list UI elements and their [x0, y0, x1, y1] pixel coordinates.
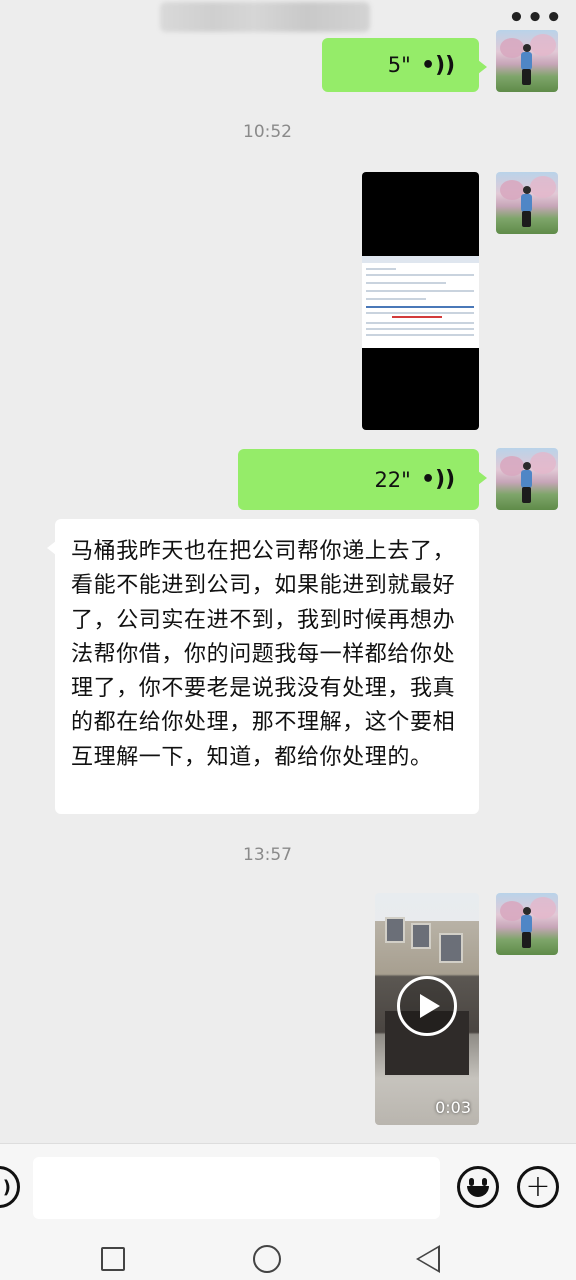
voice-input-icon[interactable]: ) [0, 1166, 20, 1208]
home-icon[interactable] [253, 1245, 281, 1273]
message-input[interactable] [33, 1157, 440, 1219]
play-icon[interactable] [397, 976, 457, 1036]
voice-message-bubble[interactable]: 22" ((• [238, 449, 487, 510]
more-icon[interactable]: ••• [508, 3, 562, 33]
video-message[interactable]: 0:03 [375, 893, 479, 1125]
emoji-icon[interactable] [457, 1166, 499, 1208]
input-bar: ) + [0, 1143, 576, 1233]
voice-wave-icon: ((• [420, 467, 455, 492]
chat-header: ••• [0, 0, 576, 56]
avatar[interactable] [496, 30, 558, 92]
message-text: 马桶我昨天也在把公司帮你递上去了，看能不能进到公司，如果能进到就最好了，公司实在… [71, 539, 456, 770]
video-duration: 0:03 [435, 1098, 471, 1117]
voice-duration: 5" [387, 53, 411, 77]
back-icon[interactable] [416, 1245, 440, 1273]
chat-title-blurred [160, 2, 370, 32]
timestamp: 13:57 [243, 845, 292, 865]
voice-message-bubble[interactable]: 5" ((• [322, 38, 487, 92]
recent-apps-icon[interactable] [101, 1247, 125, 1271]
voice-wave-icon: ((• [420, 52, 455, 78]
text-message-bubble[interactable]: 马桶我昨天也在把公司帮你递上去了，看能不能进到公司，如果能进到就最好了，公司实在… [47, 519, 479, 814]
avatar[interactable] [496, 893, 558, 955]
avatar[interactable] [496, 172, 558, 234]
system-nav-bar [0, 1233, 576, 1280]
voice-duration: 22" [374, 467, 411, 492]
plus-icon[interactable]: + [517, 1166, 559, 1208]
avatar[interactable] [496, 448, 558, 510]
timestamp: 10:52 [243, 122, 292, 142]
screenshot-thumbnail [362, 256, 479, 348]
image-message[interactable] [362, 172, 479, 430]
